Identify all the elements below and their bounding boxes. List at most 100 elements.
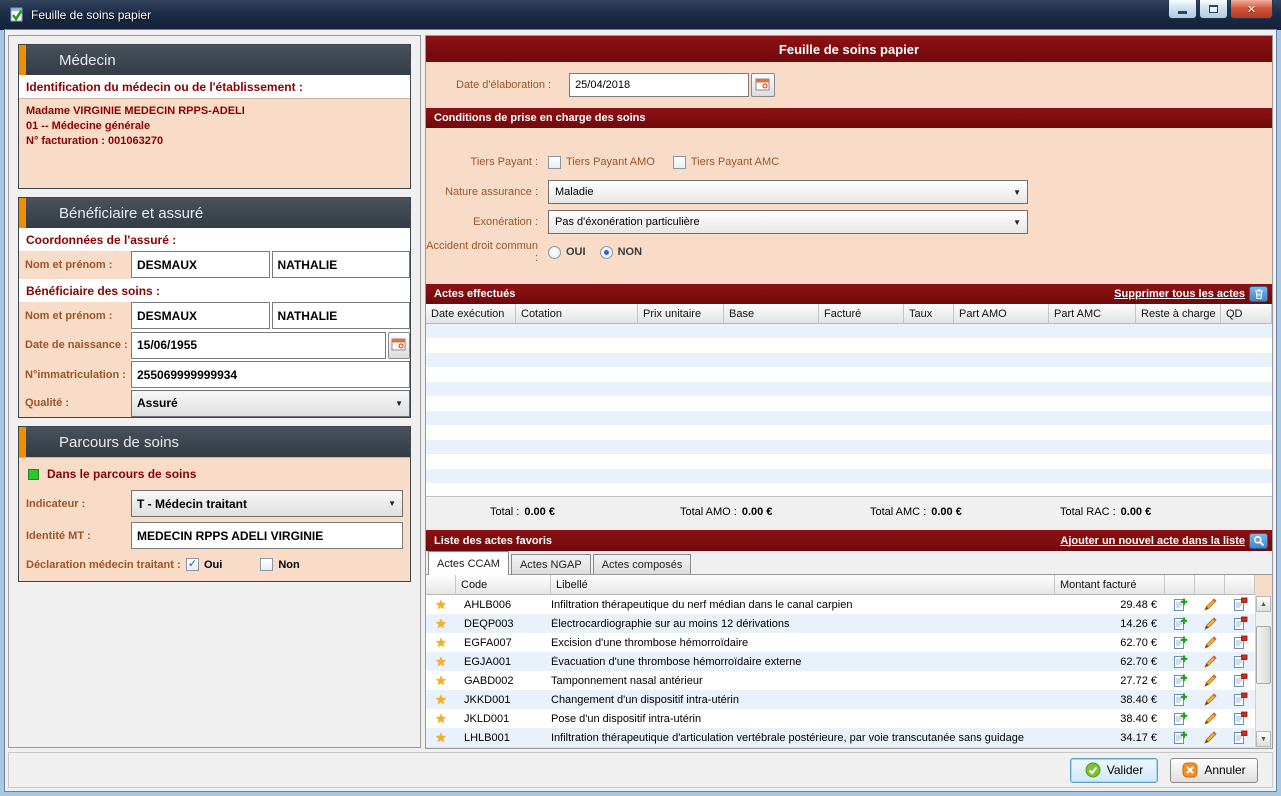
fav-acte-row[interactable]: ★ JKKD001 Changement d'un dispositif int… (426, 690, 1255, 709)
add-acte-button[interactable] (1165, 595, 1195, 614)
fav-acte-row[interactable]: ★ GABD002 Tamponnement nasal antérieur 2… (426, 671, 1255, 690)
remove-acte-button[interactable] (1225, 671, 1255, 690)
scroll-down-arrow[interactable]: ▼ (1256, 731, 1271, 747)
nature-assurance-select[interactable]: Maladie ▼ (548, 180, 1028, 204)
add-acte-button[interactable] (1165, 614, 1195, 633)
add-acte-button[interactable] (1165, 728, 1195, 747)
minimize-button[interactable] (1168, 0, 1197, 19)
remove-acte-button[interactable] (1225, 709, 1255, 728)
tiers-amc-checkbox[interactable] (673, 156, 686, 169)
remove-acte-button[interactable] (1225, 690, 1255, 709)
fav-acte-row[interactable]: ★ LHLB001 Infiltration thérapeutique d'a… (426, 728, 1255, 747)
fav-acte-row[interactable]: ★ EGJA001 Évacuation d'une thrombose hém… (426, 652, 1255, 671)
actes-column-header[interactable]: Reste à charge (1136, 304, 1221, 323)
actes-column-header[interactable]: Cotation (516, 304, 638, 323)
date-naissance-calendar-button[interactable] (388, 332, 410, 359)
declaration-oui-checkbox[interactable]: ✓ (186, 558, 199, 571)
valider-button[interactable]: Valider (1070, 758, 1158, 783)
remove-acte-button[interactable] (1225, 595, 1255, 614)
edit-acte-button[interactable] (1195, 728, 1225, 747)
actes-column-header[interactable]: Part AMO (954, 304, 1049, 323)
assure-nom-field[interactable] (131, 251, 270, 278)
favorite-star-icon[interactable]: ★ (426, 711, 456, 727)
qualite-select[interactable]: Assuré ▼ (131, 390, 410, 417)
edit-acte-button[interactable] (1195, 633, 1225, 652)
favorite-star-icon[interactable]: ★ (426, 616, 456, 632)
add-acte-button[interactable] (1165, 671, 1195, 690)
favorite-star-icon[interactable]: ★ (426, 654, 456, 670)
left-panel: Médecin Identification du médecin ou de … (8, 35, 421, 748)
favoris-scrollbar[interactable]: ▲ ▼ (1255, 596, 1271, 747)
maximize-button[interactable] (1199, 0, 1228, 19)
immatriculation-field[interactable] (131, 361, 410, 388)
fav-acte-row[interactable]: ★ DEQP003 Électrocardiographie sur au mo… (426, 614, 1255, 633)
date-elaboration-field[interactable] (569, 73, 749, 97)
remove-acte-button[interactable] (1225, 614, 1255, 633)
actes-column-header[interactable]: Date exécution (426, 304, 516, 323)
edit-acte-button[interactable] (1195, 709, 1225, 728)
actes-column-header[interactable]: Part AMC (1049, 304, 1136, 323)
remove-column-header (1225, 575, 1255, 594)
favorite-star-icon[interactable]: ★ (426, 635, 456, 651)
date-elaboration-calendar-button[interactable] (751, 73, 775, 97)
delete-all-actes-link[interactable]: Supprimer tous les actes (1114, 288, 1245, 300)
add-acte-button[interactable] (1165, 633, 1195, 652)
remove-acte-button[interactable] (1225, 633, 1255, 652)
tiers-amo-checkbox[interactable] (548, 156, 561, 169)
favorite-star-icon[interactable]: ★ (426, 673, 456, 689)
edit-acte-button[interactable] (1195, 595, 1225, 614)
actes-column-header[interactable]: Prix unitaire (638, 304, 724, 323)
assure-prenom-field[interactable] (272, 251, 411, 278)
scrollbar-thumb[interactable] (1256, 626, 1271, 684)
add-acte-button[interactable] (1165, 652, 1195, 671)
indicateur-select[interactable]: T - Médecin traitant ▼ (131, 490, 403, 517)
accident-non-radio[interactable] (600, 246, 613, 259)
tab-actes-composes[interactable]: Actes composés (593, 554, 692, 574)
acte-code: AHLB006 (456, 599, 551, 611)
date-naissance-field[interactable] (131, 332, 386, 359)
edit-acte-button[interactable] (1195, 671, 1225, 690)
montant-column-header[interactable]: Montant facturé (1055, 575, 1165, 594)
add-new-acte-link[interactable]: Ajouter un nouvel acte dans la liste (1060, 535, 1245, 547)
remove-acte-button[interactable] (1225, 728, 1255, 747)
actes-column-header[interactable]: Facturé (819, 304, 904, 323)
client-area: Médecin Identification du médecin ou de … (5, 30, 1276, 791)
fav-acte-row[interactable]: ★ EGFA007 Excision d'une thrombose hémor… (426, 633, 1255, 652)
search-acte-button[interactable] (1249, 533, 1268, 549)
code-column-header[interactable]: Code (456, 575, 551, 594)
actes-column-header[interactable]: QD (1221, 304, 1272, 323)
actes-column-header[interactable]: Base (724, 304, 819, 323)
add-acte-button[interactable] (1165, 709, 1195, 728)
add-acte-button[interactable] (1165, 690, 1195, 709)
fav-acte-row[interactable]: ★ JKLD001 Pose d'un dispositif intra-uté… (426, 709, 1255, 728)
actes-table-body[interactable] (426, 324, 1272, 496)
star-column-header[interactable] (426, 575, 456, 594)
accident-oui-radio[interactable] (548, 246, 561, 259)
remove-acte-button[interactable] (1225, 652, 1255, 671)
date-naissance-label: Date de naissance : (19, 330, 131, 360)
conditions-title: Conditions de prise en charge des soins (434, 112, 646, 124)
favorite-star-icon[interactable]: ★ (426, 692, 456, 708)
benef-prenom-field[interactable] (272, 302, 411, 329)
tab-actes-ngap[interactable]: Actes NGAP (511, 554, 591, 574)
declaration-non-checkbox[interactable] (260, 558, 273, 571)
actes-column-header[interactable]: Taux (904, 304, 954, 323)
orange-accent-bar (19, 45, 26, 75)
exoneration-select[interactable]: Pas d'éxonération particulière ▼ (548, 210, 1028, 234)
scroll-up-arrow[interactable]: ▲ (1256, 596, 1271, 612)
edit-acte-button[interactable] (1195, 690, 1225, 709)
close-button[interactable]: ✕ (1230, 0, 1273, 19)
delete-all-actes-button[interactable] (1249, 286, 1268, 302)
acte-code: DEQP003 (456, 618, 551, 630)
scrollbar-track[interactable] (1256, 612, 1271, 731)
identite-mt-field[interactable] (131, 522, 403, 549)
favorite-star-icon[interactable]: ★ (426, 730, 456, 746)
benef-nom-field[interactable] (131, 302, 270, 329)
edit-acte-button[interactable] (1195, 652, 1225, 671)
favorite-star-icon[interactable]: ★ (426, 597, 456, 613)
tab-actes-ccam[interactable]: Actes CCAM (428, 551, 509, 575)
libelle-column-header[interactable]: Libellé (551, 575, 1055, 594)
fav-acte-row[interactable]: ★ AHLB006 Infiltration thérapeutique du … (426, 595, 1255, 614)
edit-acte-button[interactable] (1195, 614, 1225, 633)
annuler-button[interactable]: Annuler (1170, 758, 1258, 783)
